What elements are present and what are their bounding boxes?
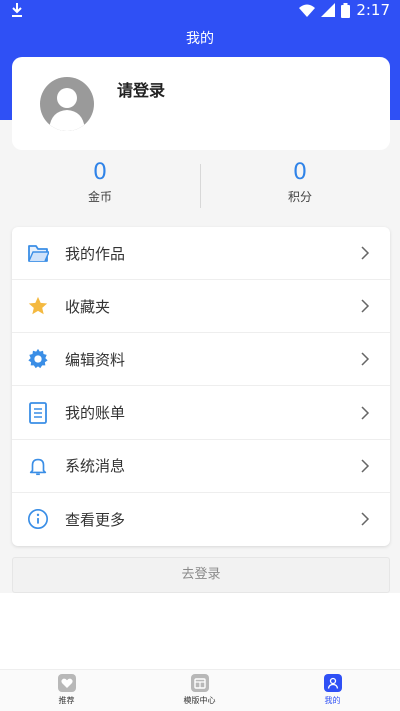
gear-icon (26, 347, 50, 371)
document-icon (26, 401, 50, 425)
tab-label: 模版中心 (183, 696, 216, 705)
star-icon (26, 294, 50, 318)
avatar[interactable] (40, 77, 94, 131)
user-icon (323, 674, 342, 692)
default-avatar-icon (49, 88, 85, 131)
menu-item-edit-profile[interactable]: 编辑资料 (12, 333, 390, 387)
login-button[interactable]: 去登录 (12, 557, 390, 593)
signal-icon (321, 3, 336, 17)
status-bar: 2:17 (0, 0, 400, 22)
menu-item-system-messages[interactable]: 系统消息 (12, 440, 390, 493)
download-icon (12, 3, 22, 17)
tab-recommend[interactable]: 推荐 (0, 674, 133, 706)
chevron-right-icon (361, 246, 370, 260)
menu-item-view-more[interactable]: 查看更多 (12, 493, 390, 546)
folder-icon (26, 241, 50, 265)
chevron-right-icon (361, 459, 370, 473)
status-time: 2:17 (356, 1, 390, 19)
menu-item-label: 我的账单 (65, 404, 126, 423)
stat-coins-value: 0 (93, 160, 107, 185)
menu-item-label: 收藏夹 (65, 297, 111, 316)
tab-template-center[interactable]: 模版中心 (133, 674, 266, 706)
menu-list: 我的作品 收藏夹 编辑资料 我的账单 系统消息 查看更多 (12, 227, 390, 546)
template-icon (190, 674, 209, 692)
menu-item-label: 我的作品 (65, 244, 126, 263)
chevron-right-icon (361, 299, 370, 313)
tab-mine[interactable]: 我的 (266, 674, 399, 706)
menu-item-favorites[interactable]: 收藏夹 (12, 280, 390, 334)
system-indicators: 2:17 (299, 1, 390, 19)
stat-coins-label: 金币 (87, 190, 112, 204)
tab-label: 推荐 (58, 696, 75, 705)
stats-bar: 0 金币 0 积分 (0, 160, 400, 210)
menu-item-label: 查看更多 (65, 510, 126, 529)
tab-label: 我的 (324, 696, 341, 705)
login-prompt[interactable]: 请登录 (117, 77, 165, 101)
chevron-right-icon (361, 352, 370, 366)
page-title: 我的 (186, 31, 214, 47)
chevron-right-icon (361, 406, 370, 420)
stat-points[interactable]: 0 积分 (200, 160, 400, 205)
bottom-tab-bar: 推荐 模版中心 我的 (0, 669, 400, 711)
menu-item-label: 系统消息 (65, 457, 126, 476)
menu-item-my-bills[interactable]: 我的账单 (12, 386, 390, 440)
wifi-icon (299, 4, 316, 17)
battery-icon (341, 2, 351, 18)
profile-card[interactable]: 请登录 (12, 57, 390, 150)
bell-icon (26, 454, 50, 478)
info-icon (26, 507, 50, 531)
content-bottom-area (0, 593, 400, 669)
stat-points-label: 积分 (287, 190, 312, 204)
menu-item-label: 编辑资料 (65, 350, 126, 369)
menu-item-my-works[interactable]: 我的作品 (12, 227, 390, 281)
chevron-right-icon (361, 512, 370, 526)
stat-points-value: 0 (293, 160, 307, 185)
heart-icon (57, 674, 76, 692)
stat-coins[interactable]: 0 金币 (0, 160, 200, 205)
